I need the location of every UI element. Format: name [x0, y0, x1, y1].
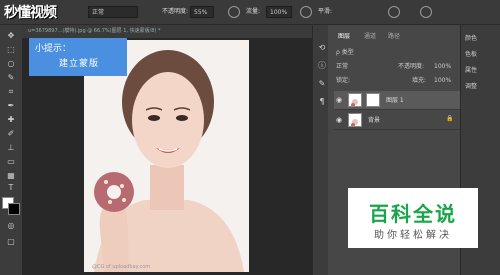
tab-channels[interactable]: 通道	[364, 31, 376, 40]
lasso-tool-icon[interactable]: ○	[4, 59, 18, 69]
blend-mode-select[interactable]: 正常	[336, 61, 348, 73]
crop-tool-icon[interactable]: ⌗	[4, 87, 18, 97]
properties-panel-button[interactable]: 属性	[465, 65, 499, 77]
opacity-label: 不透明度:	[162, 8, 189, 15]
flow-label: 流量:	[246, 8, 261, 15]
marquee-tool-icon[interactable]: ⬚	[4, 45, 18, 55]
layer-opacity-value[interactable]: 100%	[434, 61, 451, 73]
history-icon[interactable]: ⟲	[315, 43, 329, 53]
eraser-tool-icon[interactable]: ▭	[4, 157, 18, 167]
brush-tool-icon[interactable]: ✐	[4, 129, 18, 139]
swatches-panel-button[interactable]: 色板	[465, 49, 499, 61]
settings-gear-icon[interactable]	[388, 6, 400, 18]
app-logo: 秒懂视频	[4, 5, 57, 21]
quick-mask-icon[interactable]: ◎	[4, 221, 18, 231]
watermark-box: 百科全说 助你轻松解决	[348, 188, 478, 248]
adjustments-panel-button[interactable]: 调整	[465, 81, 499, 93]
visibility-eye-icon[interactable]: ◉	[336, 96, 342, 104]
layer-name: 图层 1	[386, 97, 404, 104]
layer-name: 背景	[368, 117, 381, 124]
smooth-label: 平滑:	[318, 8, 333, 15]
healing-tool-icon[interactable]: ✚	[4, 115, 18, 125]
tab-paths[interactable]: 路径	[388, 31, 400, 40]
paragraph-icon[interactable]: ¶	[315, 97, 329, 107]
gradient-tool-icon[interactable]: ▦	[4, 171, 18, 181]
brush-preset-icon[interactable]: ✎	[315, 79, 329, 89]
flow-input[interactable]: 100%	[266, 6, 292, 18]
pressure-opacity-icon[interactable]	[228, 6, 240, 18]
layer-thumbnail	[348, 113, 362, 127]
panel-icon-column: ⟲ ⓘ ✎ ¶	[312, 25, 328, 275]
stamp-tool-icon[interactable]: ⊥	[4, 143, 18, 153]
tools-panel: ✥ ⬚ ○ ✎ ⌗ ✒ ✚ ✐ ⊥ ▭ ▦ T ◎ ▢	[0, 25, 23, 275]
pressure-size-icon[interactable]	[420, 6, 432, 18]
options-bar: 秒懂视频 正常 不透明度: 55% 流量: 100% 平滑:	[0, 0, 500, 25]
quick-select-tool-icon[interactable]: ✎	[4, 73, 18, 83]
watermark-title: 百科全说	[369, 202, 457, 226]
tip-box: 小提示： 建立蒙版	[29, 38, 127, 76]
fill-label: 填充:	[412, 77, 427, 84]
document-tab[interactable]: u=3679897...(模特).jpg @ 66.7%(图层 1, 快速蒙版/…	[22, 25, 312, 38]
color-panel-button[interactable]: 颜色	[465, 33, 499, 45]
screen-mode-icon[interactable]: ▢	[4, 237, 18, 247]
layer-mask-thumbnail[interactable]	[366, 93, 380, 107]
tip-title: 小提示：	[35, 44, 72, 54]
canvas-footer-text: @CG of uploadbay.com	[92, 264, 150, 270]
fill-value[interactable]: 100%	[434, 75, 451, 87]
lock-icon: 🔒	[446, 115, 454, 122]
opacity-input[interactable]: 55%	[190, 6, 214, 18]
watermark-subtitle: 助你轻松解决	[374, 230, 452, 241]
type-tool-icon[interactable]: T	[4, 183, 18, 193]
tab-layers[interactable]: 图层	[338, 31, 350, 40]
lock-label: 锁定:	[336, 77, 351, 84]
layer-opacity-label: 不透明度:	[398, 63, 425, 70]
move-tool-icon[interactable]: ✥	[4, 31, 18, 41]
layer-filter[interactable]: ρ 类型	[336, 47, 354, 59]
layer-row[interactable]: ◉ 图层 1	[334, 91, 460, 110]
info-icon[interactable]: ⓘ	[315, 61, 329, 71]
visibility-eye-icon[interactable]: ◉	[336, 116, 342, 124]
mode-select[interactable]: 正常	[88, 6, 138, 18]
background-color-swatch[interactable]	[8, 203, 20, 215]
layer-row[interactable]: ◉ 背景 🔒	[334, 111, 460, 130]
tip-body: 建立蒙版	[59, 59, 100, 69]
eyedropper-tool-icon[interactable]: ✒	[4, 101, 18, 111]
layer-thumbnail	[348, 93, 362, 107]
airbrush-icon[interactable]	[300, 6, 312, 18]
